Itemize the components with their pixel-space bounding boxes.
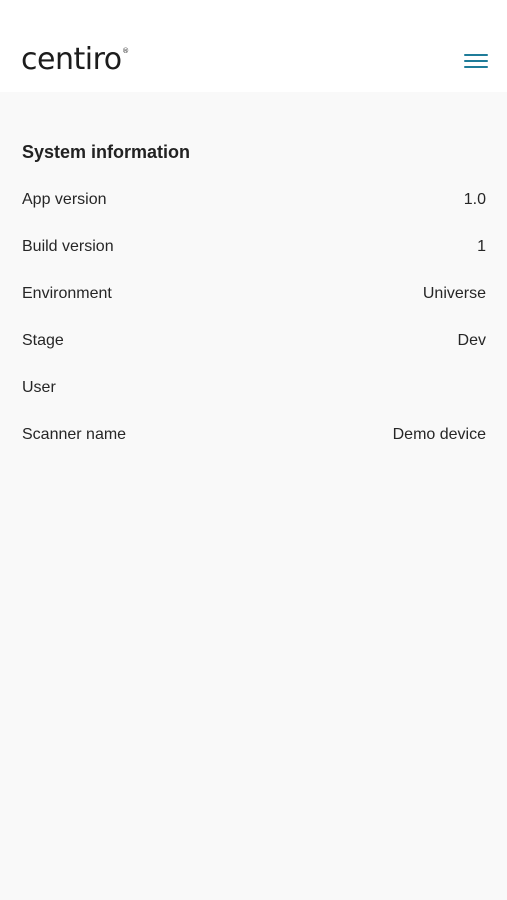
info-label: User [22,379,56,396]
info-value: Universe [422,285,486,302]
info-row-build-version: Build version 1 [0,235,507,282]
info-label: Scanner name [22,426,127,443]
system-information-panel: System information App version 1.0 Build… [0,92,507,900]
registered-mark: ® [122,47,129,55]
info-label: Environment [22,285,112,302]
menu-bar-middle [464,60,488,62]
info-row-scanner-name: Scanner name Demo device [0,423,507,470]
info-label: App version [22,191,107,208]
logo-text: centiro [21,42,122,77]
info-row-app-version: App version 1.0 [0,188,507,235]
info-row-stage: Stage Dev [0,329,507,376]
info-row-user: User [0,376,507,423]
info-value: 1.0 [463,191,486,208]
info-label: Stage [22,332,64,349]
info-value: Demo device [392,426,486,443]
centiro-logo: centiro ® [21,42,129,78]
info-list: App version 1.0 Build version 1 Environm… [0,188,507,470]
hamburger-menu-icon[interactable] [458,46,494,76]
info-row-environment: Environment Universe [0,282,507,329]
menu-bar-bottom [464,66,488,68]
menu-bar-top [464,54,488,56]
info-label: Build version [22,238,114,255]
info-value: Dev [457,332,486,349]
app-header: centiro ® [0,0,507,92]
info-value: 1 [477,238,486,255]
section-title: System information [22,142,191,162]
